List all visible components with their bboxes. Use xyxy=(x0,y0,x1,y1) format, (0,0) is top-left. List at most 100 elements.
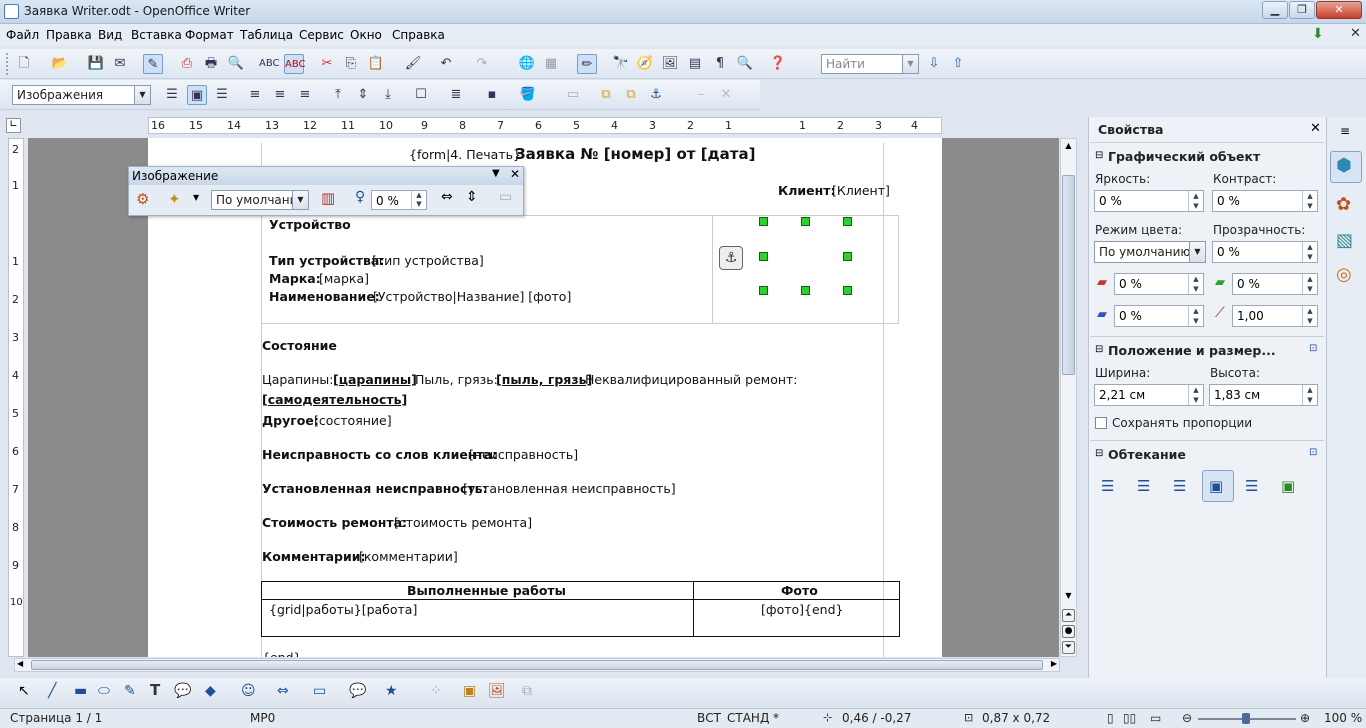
section-position[interactable]: Положение и размер... xyxy=(1108,343,1276,358)
resize-handle[interactable] xyxy=(759,252,768,261)
stars-icon[interactable]: ★ xyxy=(385,683,398,699)
zoom-slider-thumb[interactable] xyxy=(1242,713,1250,724)
collapse-icon[interactable]: ⊟ xyxy=(1095,448,1103,459)
scrollbar-thumb[interactable] xyxy=(1062,175,1075,375)
hyperlink-icon[interactable]: 🌐 xyxy=(517,54,537,74)
width-input[interactable]: 2,21 см ▲ ▼ xyxy=(1094,384,1204,406)
spin-buttons[interactable]: ▲ ▼ xyxy=(1188,274,1203,294)
new-document-icon[interactable]: 🗋 xyxy=(14,54,34,74)
find-input[interactable]: Найти ▼ xyxy=(821,54,919,74)
blue-input[interactable]: 0 % ▲ ▼ xyxy=(1114,305,1204,327)
graphics-mode-icon[interactable]: ✦ xyxy=(168,190,181,208)
single-page-view-icon[interactable]: ▯ xyxy=(1107,711,1114,725)
chevron-down-icon[interactable]: ▼ xyxy=(1189,242,1205,262)
vertical-ruler[interactable]: 2 1 1 2 3 4 5 6 7 8 9 10 xyxy=(8,138,24,657)
align-bottom-icon[interactable]: ⤓ xyxy=(378,85,398,105)
align-middle-icon[interactable]: ⇕ xyxy=(353,85,373,105)
wrap-left-icon[interactable]: ☰ xyxy=(1137,477,1150,495)
wrap-off-icon[interactable]: ☰ xyxy=(162,85,182,105)
rectangle-icon[interactable]: ▬ xyxy=(74,683,87,699)
selected-image[interactable] xyxy=(763,221,848,291)
chevron-down-icon[interactable]: ▼ xyxy=(492,168,500,179)
height-input[interactable]: 1,83 см ▲ ▼ xyxy=(1209,384,1318,406)
spin-buttons[interactable]: ▲ ▼ xyxy=(1302,274,1317,294)
menu-icon[interactable]: ≡ xyxy=(1340,124,1350,138)
status-insert-mode[interactable]: ВСТ xyxy=(697,711,721,725)
toolbar-grip[interactable] xyxy=(6,53,9,75)
wrap-page-icon[interactable]: ▣ xyxy=(187,85,207,105)
menu-table[interactable]: Таблица xyxy=(240,28,293,42)
send-to-back-icon[interactable]: ⧉ xyxy=(621,85,641,105)
menu-edit[interactable]: Правка xyxy=(46,28,92,42)
print-icon[interactable]: 🖶 xyxy=(201,54,221,74)
close-button[interactable]: ✕ xyxy=(1316,1,1362,19)
link-frames-icon[interactable]: – xyxy=(691,85,711,105)
chevron-down-icon[interactable]: ▼ xyxy=(134,86,150,104)
chevron-down-icon[interactable]: ▼ xyxy=(193,193,199,202)
clone-format-icon[interactable]: 🖌 xyxy=(403,54,423,74)
scroll-left-icon[interactable]: ◀ xyxy=(17,659,23,668)
resize-handle[interactable] xyxy=(801,217,810,226)
contrast-input[interactable]: 0 % ▲ ▼ xyxy=(1212,190,1318,212)
fontwork-icon[interactable]: ▣ xyxy=(463,683,476,699)
flip-horizontal-icon[interactable]: ⇕ xyxy=(466,189,478,205)
more-options-icon[interactable]: ⊡ xyxy=(1309,447,1317,458)
from-file-icon[interactable]: 🖼 xyxy=(488,683,506,699)
email-icon[interactable]: ✉ xyxy=(110,54,130,74)
maximize-button[interactable]: ❐ xyxy=(1289,1,1315,19)
green-input[interactable]: 0 % ▲ ▼ xyxy=(1232,273,1318,295)
resize-handle[interactable] xyxy=(843,252,852,261)
spin-buttons[interactable]: ▲ ▼ xyxy=(1188,191,1203,211)
resize-handle[interactable] xyxy=(843,286,852,295)
collapse-icon[interactable]: ⊟ xyxy=(1095,344,1103,355)
styles-icon[interactable]: ✿ xyxy=(1336,194,1351,215)
book-view-icon[interactable]: ▭ xyxy=(1150,711,1161,725)
extrusion-icon[interactable]: ⧉ xyxy=(522,683,532,699)
resize-handle[interactable] xyxy=(801,286,810,295)
line-style-icon[interactable]: ≣ xyxy=(446,85,466,105)
transparency-input[interactable]: 0 % ▲ ▼ xyxy=(371,190,427,210)
transparency-icon[interactable]: ♀ xyxy=(355,189,365,205)
spin-buttons[interactable]: ▲ ▼ xyxy=(1188,385,1203,405)
ellipse-icon[interactable]: ⬭ xyxy=(98,683,110,699)
menu-file[interactable]: Файл xyxy=(6,28,39,42)
crop-icon[interactable]: ▭ xyxy=(499,189,512,205)
flowchart-icon[interactable]: ▭ xyxy=(313,683,326,699)
collapse-icon[interactable]: ⊟ xyxy=(1095,150,1103,161)
close-document-icon[interactable]: ✕ xyxy=(1350,26,1361,41)
formatting-marks-icon[interactable]: ¶ xyxy=(710,54,730,74)
paragraph-style-select[interactable]: Изображения ▼ xyxy=(12,85,151,105)
keep-ratio-checkbox[interactable] xyxy=(1095,417,1107,429)
resize-handle[interactable] xyxy=(759,217,768,226)
zoom-out-icon[interactable]: ⊖ xyxy=(1182,711,1192,725)
wrap-none-icon[interactable]: ☰ xyxy=(1101,477,1114,495)
wrap-optimal-icon[interactable]: ▣ xyxy=(1281,477,1295,495)
autospellcheck-icon[interactable]: ABC xyxy=(284,54,306,74)
minimize-button[interactable]: ▁ xyxy=(1262,1,1288,19)
spin-buttons[interactable]: ▲ ▼ xyxy=(411,191,426,209)
red-input[interactable]: 0 % ▲ ▼ xyxy=(1114,273,1204,295)
wrap-through-icon[interactable]: ☰ xyxy=(212,85,232,105)
redo-icon[interactable]: ↷ xyxy=(472,54,492,74)
points-icon[interactable]: ⁘ xyxy=(430,683,442,699)
section-wrap[interactable]: Обтекание xyxy=(1108,447,1186,462)
flip-vertical-icon[interactable]: ⇔ xyxy=(441,189,453,205)
color-mode-select[interactable]: По умолчанию ▼ xyxy=(1094,241,1206,263)
bring-to-front-icon[interactable]: ⧉ xyxy=(596,85,616,105)
spin-buttons[interactable]: ▲ ▼ xyxy=(1188,306,1203,326)
block-arrows-icon[interactable]: ⇔ xyxy=(277,683,289,699)
callouts-icon[interactable]: 💬 xyxy=(349,683,366,699)
align-left-icon[interactable]: ≡ xyxy=(245,85,265,105)
navigation-icon[interactable]: ● xyxy=(1062,625,1075,638)
align-right-icon[interactable]: ≡ xyxy=(295,85,315,105)
copy-icon[interactable]: ⎘ xyxy=(341,54,361,74)
open-folder-icon[interactable]: 📂 xyxy=(50,54,70,74)
menu-view[interactable]: Вид xyxy=(98,28,122,42)
data-sources-icon[interactable]: ▤ xyxy=(685,54,705,74)
transparency-input[interactable]: 0 % ▲ ▼ xyxy=(1212,241,1318,263)
anchor-icon[interactable]: ⚓ xyxy=(646,85,666,105)
status-selection-mode[interactable]: СТАНД xyxy=(727,711,769,725)
draw-functions-icon[interactable]: ✏ xyxy=(577,54,597,74)
undo-icon[interactable]: ↶ xyxy=(436,54,456,74)
next-page-icon[interactable]: ⏷ xyxy=(1062,641,1075,654)
